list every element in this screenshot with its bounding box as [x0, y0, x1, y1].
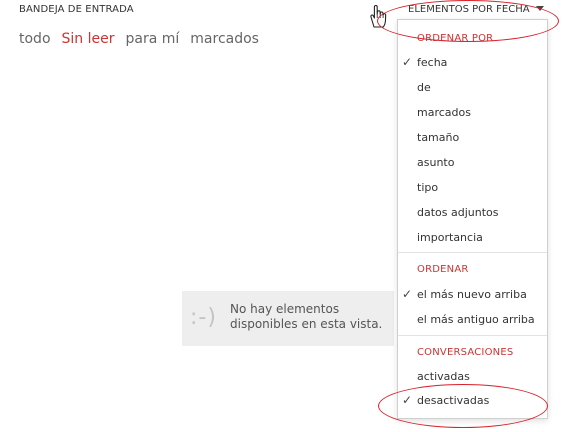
hand-pointer-icon	[370, 4, 387, 28]
menu-item-label: tipo	[417, 181, 439, 194]
menu-divider	[398, 252, 547, 253]
menu-item-label: tamaño	[417, 131, 460, 144]
caret-down-icon	[535, 5, 544, 11]
conversations-on[interactable]: activadas	[417, 370, 470, 383]
empty-state-line-1: No hay elementos	[230, 302, 340, 316]
menu-item-label: fecha	[417, 56, 448, 69]
sort-by-type[interactable]: tipo	[417, 181, 438, 194]
sort-by-subject[interactable]: asunto	[417, 156, 454, 169]
order-oldest-first[interactable]: el más antiguo arriba	[417, 313, 535, 326]
sort-dropdown-menu: ORDENAR POR ✓ fecha de marcados tamaño a…	[397, 19, 548, 419]
empty-state: :-) No hay elementos disponibles en esta…	[182, 291, 394, 346]
section-header-conversations: CONVERSACIONES	[417, 347, 514, 358]
section-header-sort-by: ORDENAR POR	[417, 33, 494, 44]
empty-state-message: No hay elementos disponibles en esta vis…	[230, 302, 390, 332]
menu-item-label: asunto	[417, 156, 455, 169]
sort-by-attachments[interactable]: datos adjuntos	[417, 206, 499, 219]
checkmark-icon: ✓	[402, 55, 413, 69]
sort-by-importance[interactable]: importancia	[417, 231, 483, 244]
menu-divider	[398, 335, 547, 336]
menu-item-label: de	[417, 81, 431, 94]
smiley-icon: :-)	[190, 305, 217, 330]
menu-item-label: marcados	[417, 106, 471, 119]
menu-item-label: activadas	[417, 370, 470, 383]
sort-dropdown-trigger[interactable]: ELEMENTOS POR FECHA	[408, 4, 544, 15]
checkmark-icon: ✓	[402, 287, 413, 301]
menu-item-label: importancia	[417, 231, 483, 244]
sort-by-date[interactable]: ✓ fecha	[402, 55, 448, 69]
sort-by-size[interactable]: tamaño	[417, 131, 459, 144]
sort-by-flagged[interactable]: marcados	[417, 106, 471, 119]
menu-item-label: desactivadas	[417, 394, 490, 407]
menu-item-label: datos adjuntos	[417, 206, 499, 219]
section-header-order: ORDENAR	[417, 264, 469, 275]
filter-flagged[interactable]: marcados	[190, 31, 259, 47]
sort-by-from[interactable]: de	[417, 81, 431, 94]
filter-unread[interactable]: Sin leer	[62, 31, 115, 47]
filter-all[interactable]: todo	[19, 31, 51, 47]
menu-item-label: el más nuevo arriba	[417, 288, 527, 301]
checkmark-icon: ✓	[402, 393, 413, 407]
order-newest-first[interactable]: ✓ el más nuevo arriba	[402, 287, 527, 301]
conversations-off[interactable]: ✓ desactivadas	[402, 393, 490, 407]
inbox-title: BANDEJA DE ENTRADA	[19, 4, 134, 15]
filter-bar: todo Sin leer para mí marcados	[19, 31, 270, 47]
sort-trigger-label: ELEMENTOS POR FECHA	[408, 4, 530, 15]
filter-to-me[interactable]: para mí	[126, 31, 180, 47]
menu-item-label: el más antiguo arriba	[417, 313, 535, 326]
empty-state-line-2: disponibles en esta vista.	[230, 317, 383, 331]
